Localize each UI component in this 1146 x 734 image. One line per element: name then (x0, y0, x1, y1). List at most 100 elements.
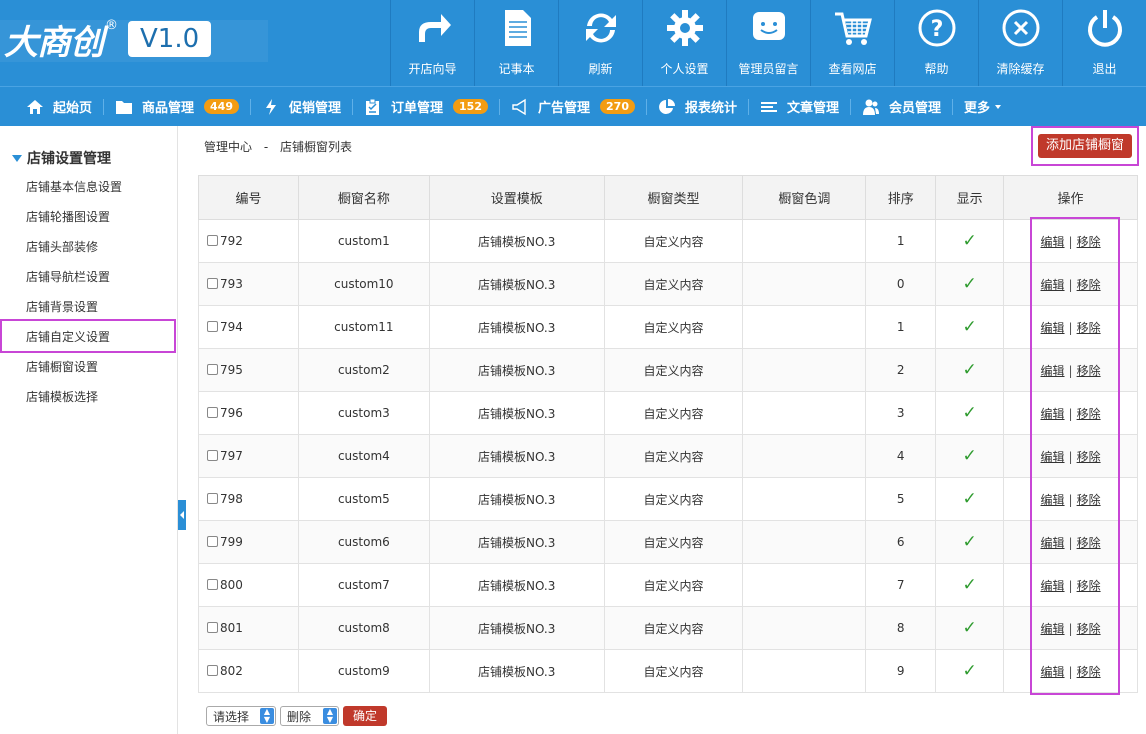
color-cell (742, 434, 867, 478)
row-checkbox[interactable] (207, 407, 218, 418)
order-cell[interactable]: 8 (865, 606, 937, 650)
color-cell (742, 262, 867, 306)
tool-gear-button[interactable]: 个人设置 (642, 0, 726, 86)
name-cell: custom5 (297, 477, 430, 521)
nav-item-8[interactable]: 更多 (964, 97, 1002, 116)
edit-link[interactable]: 编辑 (1041, 278, 1065, 292)
bulk-select[interactable]: 请选择 ▲ ▼ (206, 706, 276, 726)
sidebar-item-1[interactable]: 店铺轮播图设置 (26, 208, 110, 225)
tool-label: 帮助 (924, 62, 949, 76)
edit-link[interactable]: 编辑 (1041, 235, 1065, 249)
sidebar-item-0[interactable]: 店铺基本信息设置 (26, 178, 122, 195)
edit-link[interactable]: 编辑 (1041, 493, 1065, 507)
sidebar-item-6[interactable]: 店铺橱窗设置 (26, 358, 98, 375)
remove-link[interactable]: 移除 (1077, 665, 1101, 679)
check-icon[interactable]: ✓ (963, 274, 977, 294)
confirm-button[interactable]: 确定 (343, 706, 388, 726)
order-cell[interactable]: 2 (865, 348, 937, 392)
nav-item-6[interactable]: 文章管理 (760, 97, 839, 116)
nav-item-3[interactable]: 订单管理 152 (364, 97, 488, 116)
tool-share-arrow-button[interactable]: 开店向导 (390, 0, 474, 86)
add-window-button[interactable]: 添加店铺橱窗 (1038, 134, 1132, 158)
tool-clear-button[interactable]: 清除缓存 (978, 0, 1062, 86)
remove-link[interactable]: 移除 (1077, 622, 1101, 636)
order-cell[interactable]: 5 (865, 477, 937, 521)
remove-link[interactable]: 移除 (1077, 364, 1101, 378)
tool-notepad-button[interactable]: 记事本 (474, 0, 558, 86)
tool-refresh-button[interactable]: 刷新 (558, 0, 642, 86)
order-cell[interactable]: 3 (865, 391, 937, 435)
row-checkbox[interactable] (207, 278, 218, 289)
nav-item-5[interactable]: 报表统计 (658, 97, 737, 116)
row-checkbox[interactable] (207, 536, 218, 547)
edit-link[interactable]: 编辑 (1041, 622, 1065, 636)
remove-link[interactable]: 移除 (1077, 536, 1101, 550)
check-icon[interactable]: ✓ (963, 532, 977, 552)
check-icon[interactable]: ✓ (963, 661, 977, 681)
check-icon[interactable]: ✓ (963, 360, 977, 380)
order-cell[interactable]: 1 (865, 305, 937, 349)
remove-link[interactable]: 移除 (1077, 493, 1101, 507)
caret-down-icon (995, 104, 1002, 109)
edit-link[interactable]: 编辑 (1041, 579, 1065, 593)
sidebar-item-2[interactable]: 店铺头部装修 (26, 238, 98, 255)
remove-link[interactable]: 移除 (1077, 579, 1101, 593)
sidebar-item-4[interactable]: 店铺背景设置 (26, 298, 98, 315)
nav-item-2[interactable]: 促销管理 (262, 97, 341, 116)
edit-link[interactable]: 编辑 (1041, 407, 1065, 421)
check-icon[interactable]: ✓ (963, 231, 977, 251)
show-cell: ✓ (935, 606, 1005, 650)
edit-link[interactable]: 编辑 (1041, 364, 1065, 378)
sidebar-item-3[interactable]: 店铺导航栏设置 (26, 268, 110, 285)
check-icon[interactable]: ✓ (963, 618, 977, 638)
check-icon[interactable]: ✓ (963, 403, 977, 423)
row-checkbox[interactable] (207, 235, 218, 246)
op-separator: | (1068, 578, 1073, 593)
order-cell[interactable]: 1 (865, 219, 937, 263)
row-id: 794 (220, 320, 243, 334)
sidebar-item-7[interactable]: 店铺模板选择 (26, 388, 98, 405)
order-cell[interactable]: 7 (865, 563, 937, 607)
order-cell[interactable]: 6 (865, 520, 937, 564)
id-cell: 801 (198, 606, 299, 650)
nav-item-7[interactable]: 会员管理 (862, 97, 941, 116)
op-separator: | (1068, 234, 1073, 249)
row-checkbox[interactable] (207, 665, 218, 676)
check-icon[interactable]: ✓ (963, 489, 977, 509)
remove-link[interactable]: 移除 (1077, 450, 1101, 464)
check-icon[interactable]: ✓ (963, 317, 977, 337)
cart-icon (833, 8, 873, 52)
tool-message-button[interactable]: 管理员留言 (726, 0, 810, 86)
nav-item-0[interactable]: 起始页 (26, 97, 92, 116)
tool-cart-button[interactable]: 查看网店 (810, 0, 894, 86)
action-select[interactable]: 删除 ▲ ▼ (280, 706, 339, 726)
order-cell[interactable]: 4 (865, 434, 937, 478)
sidebar-title[interactable]: 店铺设置管理 (12, 148, 111, 168)
edit-link[interactable]: 编辑 (1041, 321, 1065, 335)
nav-item-4[interactable]: 广告管理 270 (511, 97, 635, 116)
row-checkbox[interactable] (207, 622, 218, 633)
row-id: 798 (220, 492, 243, 506)
check-icon[interactable]: ✓ (963, 575, 977, 595)
row-checkbox[interactable] (207, 579, 218, 590)
remove-link[interactable]: 移除 (1077, 278, 1101, 292)
tool-power-button[interactable]: 退出 (1062, 0, 1146, 86)
nav-item-1[interactable]: 商品管理 449 (115, 97, 239, 116)
check-icon[interactable]: ✓ (963, 446, 977, 466)
remove-link[interactable]: 移除 (1077, 235, 1101, 249)
edit-link[interactable]: 编辑 (1041, 450, 1065, 464)
tool-help-button[interactable]: ? 帮助 (894, 0, 978, 86)
collapse-sidebar-handle[interactable] (178, 500, 186, 530)
remove-link[interactable]: 移除 (1077, 321, 1101, 335)
order-cell[interactable]: 0 (865, 262, 937, 306)
row-checkbox[interactable] (207, 450, 218, 461)
edit-link[interactable]: 编辑 (1041, 536, 1065, 550)
breadcrumb-root[interactable]: 管理中心 (204, 140, 252, 154)
edit-link[interactable]: 编辑 (1041, 665, 1065, 679)
row-checkbox[interactable] (207, 364, 218, 375)
row-checkbox[interactable] (207, 493, 218, 504)
remove-link[interactable]: 移除 (1077, 407, 1101, 421)
select-arrow-icon: ▲ ▼ (260, 708, 274, 724)
order-cell[interactable]: 9 (865, 649, 937, 693)
row-checkbox[interactable] (207, 321, 218, 332)
